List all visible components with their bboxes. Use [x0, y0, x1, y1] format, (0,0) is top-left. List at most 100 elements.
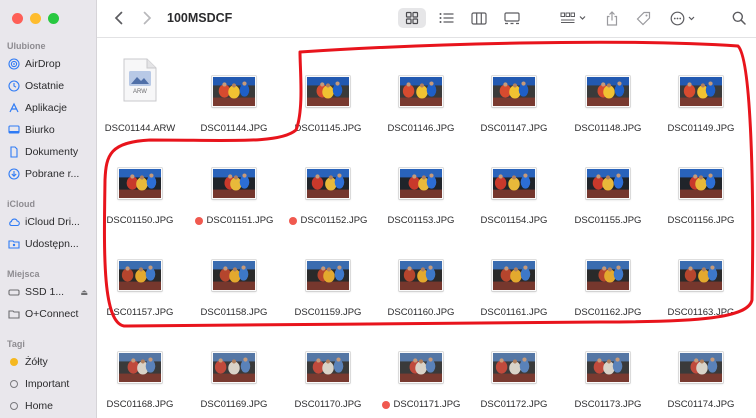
cloud-icon: [8, 216, 20, 228]
file-name: DSC01152.JPG: [280, 215, 376, 226]
more-icon[interactable]: [669, 8, 699, 28]
tag-icon[interactable]: [634, 8, 652, 28]
file-item[interactable]: DSC01174.JPG: [653, 326, 749, 416]
minimize-window-button[interactable]: [30, 13, 41, 24]
photo-thumbnail: [212, 76, 256, 107]
sidebar-item-label: Ostatnie: [25, 80, 65, 92]
sidebar-item-shared[interactable]: Udostępn...: [8, 235, 94, 253]
photo-thumbnail: [399, 352, 443, 383]
sidebar-item-downloads[interactable]: Pobrane r...: [8, 165, 94, 183]
file-item[interactable]: DSC01146.JPG: [373, 50, 469, 140]
file-name: DSC01154.JPG: [466, 215, 562, 226]
eject-icon[interactable]: ⏏: [80, 288, 88, 297]
sidebar-item-documents[interactable]: Dokumenty: [8, 143, 94, 161]
file-name: DSC01147.JPG: [466, 123, 562, 134]
file-item[interactable]: DSC01170.JPG: [280, 326, 376, 416]
list-view-icon[interactable]: [434, 8, 458, 28]
file-item[interactable]: DSC01169.JPG: [186, 326, 282, 416]
file-item[interactable]: DSC01160.JPG: [373, 234, 469, 324]
file-item[interactable]: DSC01158.JPG: [186, 234, 282, 324]
sidebar-section-tags: Tagi: [7, 339, 25, 349]
file-name-label: DSC01145.JPG: [294, 123, 362, 134]
file-name: DSC01155.JPG: [560, 215, 656, 226]
sidebar-section-favorites: Ulubione: [7, 41, 46, 51]
file-item[interactable]: DSC01173.JPG: [560, 326, 656, 416]
forward-icon[interactable]: [139, 8, 155, 28]
file-item[interactable]: DSC01144.JPG: [186, 50, 282, 140]
file-item[interactable]: DSC01172.JPG: [466, 326, 562, 416]
file-name-label: DSC01149.JPG: [667, 123, 735, 134]
sidebar-item-recents[interactable]: Ostatnie: [8, 77, 94, 95]
file-item[interactable]: DSC01145.JPG: [280, 50, 376, 140]
file-name: DSC01162.JPG: [560, 307, 656, 318]
photo-thumbnail: [399, 168, 443, 199]
photo-thumbnail: [118, 352, 162, 383]
share-icon[interactable]: [603, 8, 621, 28]
file-item[interactable]: DSC01153.JPG: [373, 142, 469, 232]
file-item[interactable]: DSC01171.JPG: [373, 326, 469, 416]
photo-thumbnail: [492, 76, 536, 107]
file-item[interactable]: DSC01163.JPG: [653, 234, 749, 324]
back-icon[interactable]: [111, 8, 127, 28]
file-name-label: DSC01160.JPG: [387, 307, 455, 318]
file-name: DSC01150.JPG: [92, 215, 188, 226]
photo-thumbnail: [586, 168, 630, 199]
file-name: DSC01148.JPG: [560, 123, 656, 134]
file-name: DSC01160.JPG: [373, 307, 469, 318]
file-name-label: DSC01173.JPG: [574, 399, 642, 410]
sidebar-item-icloud-drive[interactable]: iCloud Dri...: [8, 213, 94, 231]
file-item[interactable]: DSC01159.JPG: [280, 234, 376, 324]
gallery-view-icon[interactable]: [500, 8, 524, 28]
file-item[interactable]: DSC01157.JPG: [92, 234, 188, 324]
sidebar-section-locations: Miejsca: [7, 269, 40, 279]
grid-view-icon[interactable]: [398, 8, 426, 28]
file-name: DSC01171.JPG: [373, 399, 469, 410]
group-icon[interactable]: [559, 8, 589, 28]
sidebar-item-applications[interactable]: Aplikacje: [8, 99, 94, 117]
toolbar: 100MSDCF: [97, 0, 756, 38]
drive-icon: [8, 286, 20, 298]
search-icon[interactable]: [730, 8, 748, 28]
file-item[interactable]: DSC01161.JPG: [466, 234, 562, 324]
file-item[interactable]: ARW DSC01144.ARW: [92, 50, 188, 140]
red-tag-icon: [194, 216, 203, 225]
photo-thumbnail: [586, 76, 630, 107]
document-icon: [8, 146, 20, 158]
close-window-button[interactable]: [12, 13, 23, 24]
photo-thumbnail: [679, 168, 723, 199]
file-name: DSC01170.JPG: [280, 399, 376, 410]
file-item[interactable]: DSC01162.JPG: [560, 234, 656, 324]
file-item[interactable]: DSC01168.JPG: [92, 326, 188, 416]
file-name-label: DSC01157.JPG: [106, 307, 174, 318]
photo-thumbnail: [679, 76, 723, 107]
tag-gray-icon: [8, 378, 20, 390]
sidebar-item-desktop[interactable]: Biurko: [8, 121, 94, 139]
sidebar-item-tag-important[interactable]: Important: [8, 375, 94, 393]
file-item[interactable]: DSC01151.JPG: [186, 142, 282, 232]
file-name: DSC01153.JPG: [373, 215, 469, 226]
file-name: DSC01174.JPG: [653, 399, 749, 410]
file-name-label: DSC01147.JPG: [480, 123, 548, 134]
sidebar-item-airdrop[interactable]: AirDrop: [8, 55, 94, 73]
photo-thumbnail: [306, 260, 350, 291]
file-item[interactable]: DSC01152.JPG: [280, 142, 376, 232]
file-name-label: DSC01144.JPG: [200, 123, 268, 134]
photo-thumbnail: [306, 352, 350, 383]
sidebar-item-oconnect[interactable]: O+Connect: [8, 305, 94, 323]
file-item[interactable]: DSC01147.JPG: [466, 50, 562, 140]
file-name-label: DSC01172.JPG: [480, 399, 548, 410]
file-name-label: DSC01153.JPG: [387, 215, 455, 226]
sidebar-item-tag-home[interactable]: Home: [8, 397, 94, 415]
file-item[interactable]: DSC01155.JPG: [560, 142, 656, 232]
file-item[interactable]: DSC01148.JPG: [560, 50, 656, 140]
file-item[interactable]: DSC01154.JPG: [466, 142, 562, 232]
zoom-window-button[interactable]: [48, 13, 59, 24]
file-item[interactable]: DSC01150.JPG: [92, 142, 188, 232]
photo-thumbnail: [306, 76, 350, 107]
file-name: DSC01163.JPG: [653, 307, 749, 318]
sidebar-item-tag-yellow[interactable]: Żółty: [8, 353, 94, 371]
file-name: DSC01159.JPG: [280, 307, 376, 318]
column-view-icon[interactable]: [467, 8, 491, 28]
file-item[interactable]: DSC01149.JPG: [653, 50, 749, 140]
file-item[interactable]: DSC01156.JPG: [653, 142, 749, 232]
